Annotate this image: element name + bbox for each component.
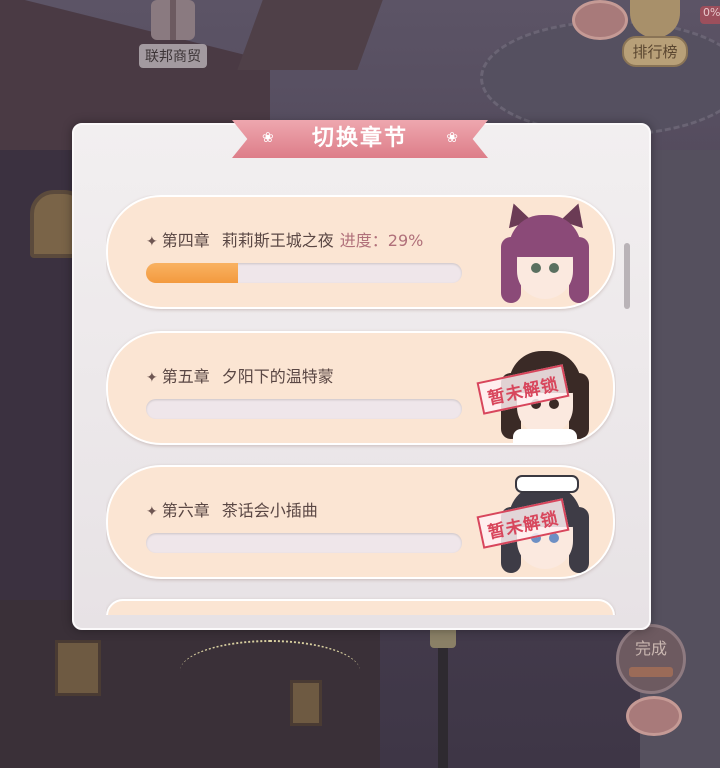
sparkle-icon: ✦ <box>146 504 158 520</box>
ribbon-bow-icon <box>629 667 673 677</box>
chapter-name: 莉莉斯王城之夜 <box>221 231 334 250</box>
chapter-title: ✦ 第四章 莉莉斯王城之夜 进度：29% <box>146 227 423 251</box>
sparkle-icon: ✦ <box>146 234 158 250</box>
chapter-progress-bar <box>146 399 462 419</box>
character-portrait-partial <box>485 601 605 615</box>
eye <box>549 263 559 273</box>
trade-label: 联邦商贸 <box>139 44 207 68</box>
chapter-number: 第五章 <box>161 367 210 386</box>
chapter-card-5[interactable]: ✦ 第五章 夕阳下的温特蒙 暂未解锁 <box>106 331 615 445</box>
chapter-number: 第六章 <box>161 501 210 520</box>
gift-box-icon <box>151 0 195 40</box>
chapter-progress-text: 进度：29% <box>339 231 424 250</box>
eye <box>531 263 541 273</box>
building-window <box>55 640 101 696</box>
shirt <box>513 429 577 443</box>
leaderboard-button[interactable]: 排行榜 <box>614 0 696 68</box>
cookie-token-icon <box>626 696 682 736</box>
chapter-name: 茶话会小插曲 <box>221 501 318 520</box>
chapter-title: ✦ 第六章 茶话会小插曲 <box>146 497 318 521</box>
chapter-name: 夕阳下的温特蒙 <box>221 367 334 386</box>
chapter-progress-bar <box>146 533 462 553</box>
flower-icon: ❀ <box>446 130 458 146</box>
chapter-title: ✦ 第五章 夕阳下的温特蒙 <box>146 363 334 387</box>
chapter-card-partial[interactable] <box>106 599 615 615</box>
chapter-list[interactable]: ✦ 第四章 莉莉斯王城之夜 进度：29% ✦ 第五章 夕阳下的温特蒙 暂未解锁 … <box>106 195 616 615</box>
complete-button[interactable]: 完成 <box>616 624 686 694</box>
character-portrait-dark-hair: 暂未解锁 <box>476 333 605 443</box>
street-lamp-post <box>438 630 448 768</box>
trophy-icon <box>630 0 680 38</box>
progress-fill <box>146 263 238 283</box>
maid-headband <box>515 475 579 493</box>
chapter-progress-bar <box>146 263 462 283</box>
federation-trade-button[interactable]: 联邦商贸 <box>130 0 216 72</box>
chapter-card-4[interactable]: ✦ 第四章 莉莉斯王城之夜 进度：29% <box>106 195 615 309</box>
character-portrait-cat-girl <box>485 197 605 307</box>
list-scrollbar[interactable] <box>624 243 630 309</box>
chapter-card-6[interactable]: ✦ 第六章 茶话会小插曲 暂未解锁 <box>106 465 615 579</box>
leaderboard-label: 排行榜 <box>622 36 688 67</box>
panel-title-ribbon: ❀ 切换章节 ❀ <box>232 120 488 160</box>
sparkle-icon: ✦ <box>146 370 158 386</box>
string-lights <box>180 640 360 702</box>
complete-label: 完成 <box>634 639 667 658</box>
chapter-number: 第四章 <box>161 231 210 250</box>
corner-badge: 0% <box>700 6 720 24</box>
roof-tower <box>237 0 383 70</box>
character-portrait-maid: 暂未解锁 <box>476 467 605 577</box>
